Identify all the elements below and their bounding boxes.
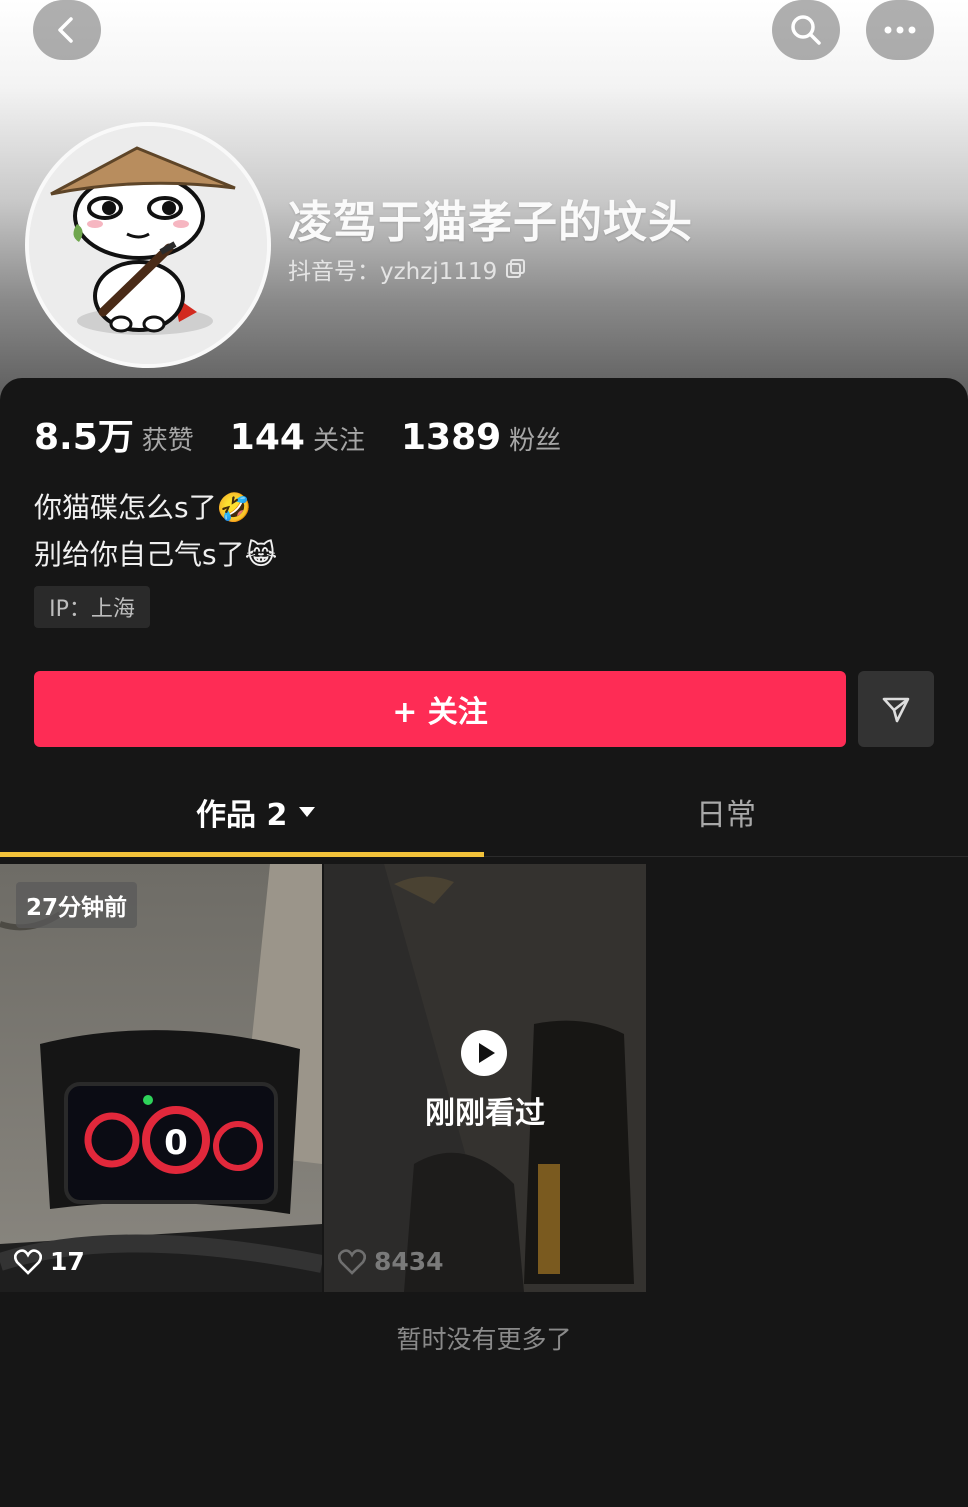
likes-count[interactable]: 8.5万 [34,408,134,460]
followers-count[interactable]: 1389 [401,417,501,458]
avatar-illustration [29,126,267,364]
heart-icon [14,1248,42,1275]
back-icon [58,17,73,43]
likes-label: 获赞 [141,426,194,456]
bio-line-2: 别给你自己气s了😹 [34,538,278,571]
search-icon [791,15,821,45]
video-1-likes-count: 17 [50,1247,85,1276]
video-1-image: 0 [0,864,322,1292]
bio-line-1: 你猫碟怎么s了🤣 [34,491,252,524]
svg-text:0: 0 [164,1123,188,1163]
copy-icon[interactable] [505,258,527,280]
end-of-list-text: 暂时没有更多了 [396,1325,572,1354]
time-badge: 27分钟前 [16,882,138,928]
recently-watched-label: 刚刚看过 [425,1096,545,1131]
video-thumbnail-1[interactable]: 0 27分钟前 17 [0,864,322,1292]
tab-daily[interactable]: 日常 [696,790,756,834]
search-button[interactable] [772,0,840,60]
profile-name: 凌驾于猫孝子的坟头 [288,197,693,248]
chevron-down-icon [299,807,316,817]
douyin-id[interactable]: 抖音号：yzhzj1119 [288,252,527,286]
share-icon [882,697,910,723]
ip-location-tag: IP：上海 [34,586,150,628]
follow-button[interactable]: + 关注 [34,671,846,747]
share-button[interactable] [858,671,934,747]
back-button[interactable] [33,0,101,60]
video-1-likes: 17 [14,1247,85,1276]
video-2-likes: 8434 [338,1247,444,1276]
following-count[interactable]: 144 [230,417,305,458]
tab-works[interactable]: 作品 2 [196,790,317,834]
more-icon [884,26,916,34]
douyin-id-text: 抖音号：yzhzj1119 [288,259,498,285]
more-button[interactable] [866,0,934,60]
tab-divider [484,856,968,857]
avatar[interactable] [25,122,271,368]
profile-stats: 8.5万 获赞 144 关注 1389 粉丝 [34,408,597,460]
followers-label: 粉丝 [509,426,562,456]
video-2-likes-count: 8434 [374,1247,444,1276]
play-icon [461,1030,507,1076]
video-2-image [324,864,646,1292]
video-thumbnail-2[interactable]: 刚刚看过 8434 [324,864,646,1292]
following-label: 关注 [312,426,365,456]
tab-works-label: 作品 2 [196,798,288,833]
heart-icon [338,1248,366,1275]
tab-indicator [0,852,484,857]
